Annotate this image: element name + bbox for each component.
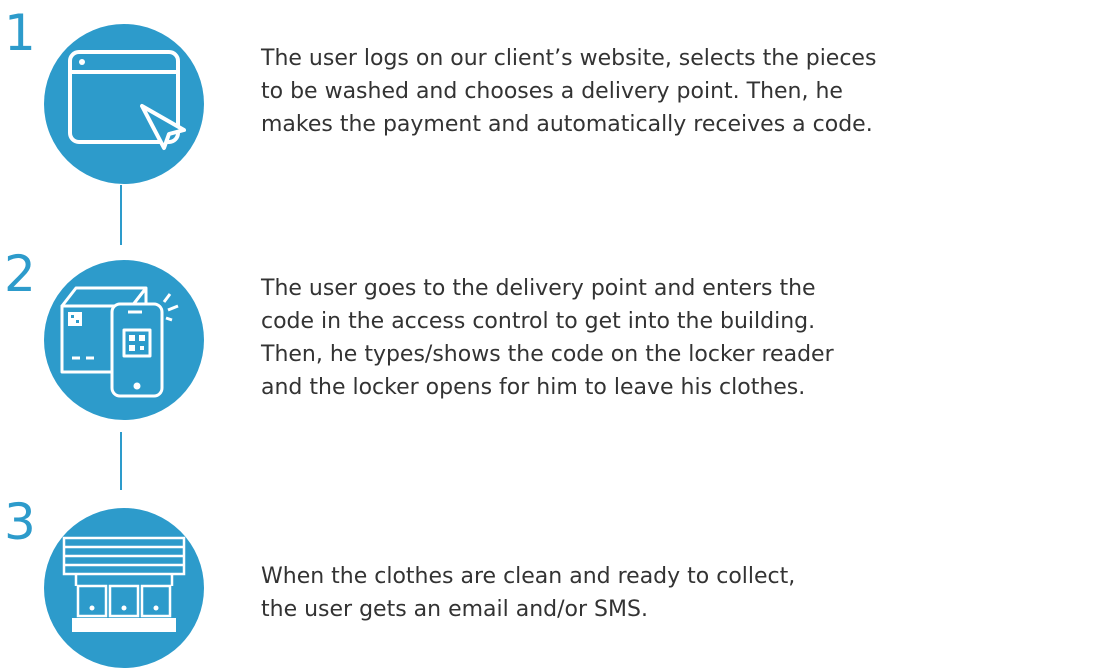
step-description-line: Then, he types/shows the code on the loc… [261,342,834,367]
connector-line-1-2 [120,185,122,245]
step-3-circle [44,508,204,668]
step-1-circle [44,24,204,184]
step-description-line: code in the access control to get into t… [261,309,816,334]
step-description-line: and the locker opens for him to leave hi… [261,375,806,400]
step-description-line: The user goes to the delivery point and … [261,276,816,301]
connector-line-2-3 [120,432,122,490]
step-2-circle [44,260,204,420]
step-description-line: makes the payment and automatically rece… [261,112,873,137]
step-description-line: to be washed and chooses a delivery poin… [261,79,843,104]
step-description: The user goes to the delivery point and … [261,272,834,404]
step-number: 3 [4,493,36,551]
step-description-line: the user gets an email and/or SMS. [261,597,648,622]
step-description: The user logs on our client’s website, s… [261,42,876,141]
step-description-line: When the clothes are clean and ready to … [261,564,796,589]
step-description-line: The user logs on our client’s website, s… [261,46,877,71]
step-number: 1 [4,4,36,62]
step-number: 2 [4,245,36,303]
step-description: When the clothes are clean and ready to … [261,560,795,626]
